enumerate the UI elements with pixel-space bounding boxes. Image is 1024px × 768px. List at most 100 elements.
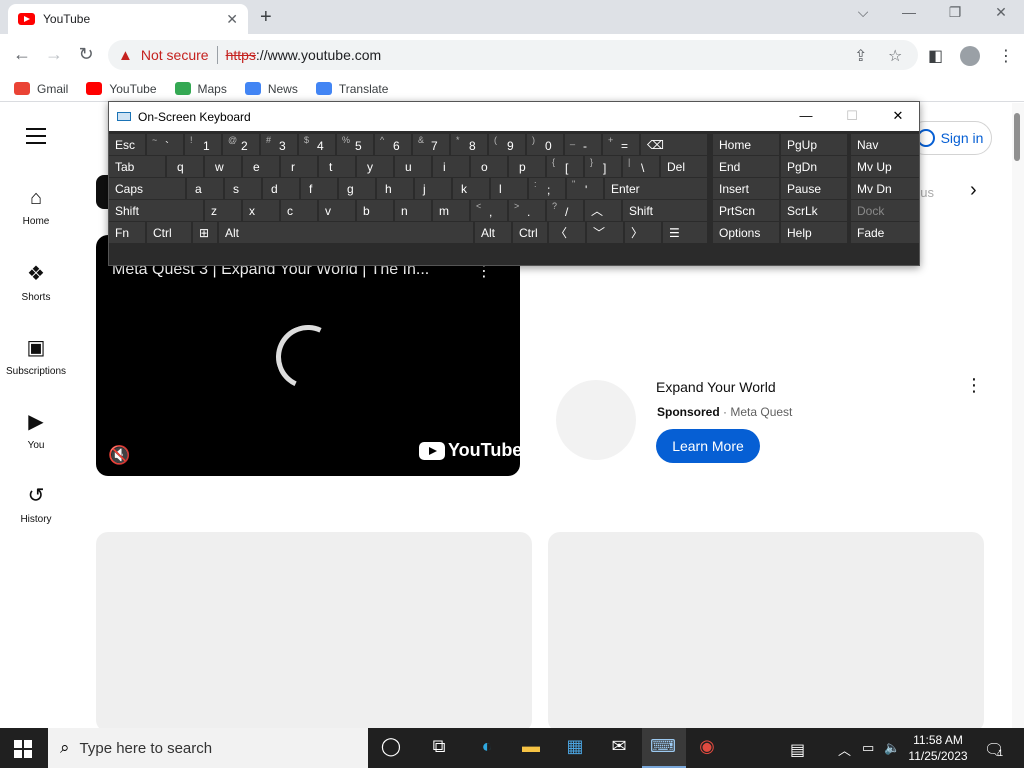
- key-alt-right[interactable]: Alt: [475, 222, 511, 243]
- key-x[interactable]: x: [243, 200, 279, 221]
- key-4[interactable]: $4: [299, 134, 335, 155]
- store-icon[interactable]: ▦: [560, 736, 590, 757]
- key-l[interactable]: l: [491, 178, 527, 199]
- key-b[interactable]: b: [357, 200, 393, 221]
- key-caps[interactable]: Caps: [109, 178, 185, 199]
- profile-avatar-icon[interactable]: [960, 46, 980, 66]
- key-mvdn[interactable]: Mv Dn: [851, 178, 919, 199]
- key-shift-left[interactable]: Shift: [109, 200, 203, 221]
- security-label[interactable]: Not secure: [141, 47, 209, 63]
- key-c[interactable]: c: [281, 200, 317, 221]
- key-left[interactable]: 〈: [549, 222, 585, 243]
- mute-icon[interactable]: 🔇: [108, 445, 130, 466]
- key-insert[interactable]: Insert: [713, 178, 779, 199]
- key-del[interactable]: Del: [661, 156, 707, 177]
- network-icon[interactable]: ▭: [862, 740, 874, 756]
- key-k[interactable]: k: [453, 178, 489, 199]
- key-home[interactable]: Home: [713, 134, 779, 155]
- hamburger-menu-icon[interactable]: [26, 128, 46, 149]
- bookmark-youtube[interactable]: YouTube: [86, 82, 157, 96]
- key-s[interactable]: s: [225, 178, 261, 199]
- key-u[interactable]: u: [395, 156, 431, 177]
- back-arrow-icon[interactable]: ←: [10, 44, 34, 65]
- key-q[interactable]: q: [167, 156, 203, 177]
- bookmark-translate[interactable]: Translate: [315, 82, 388, 96]
- osk-close-button[interactable]: ✕: [883, 108, 913, 124]
- key-p[interactable]: p: [509, 156, 545, 177]
- bookmark-star-icon[interactable]: ☆: [888, 46, 902, 66]
- windows-key-icon[interactable]: ⊞: [193, 222, 217, 243]
- key-scrlk[interactable]: ScrLk: [781, 200, 847, 221]
- key-options[interactable]: Options: [713, 222, 779, 243]
- share-icon[interactable]: ⇪: [854, 46, 867, 66]
- key-m[interactable]: m: [433, 200, 469, 221]
- key-prtscn[interactable]: PrtScn: [713, 200, 779, 221]
- key-up[interactable]: ︿: [585, 200, 621, 221]
- key-sym[interactable]: }]: [585, 156, 621, 177]
- key-e[interactable]: e: [243, 156, 279, 177]
- key-shift-right[interactable]: Shift: [623, 200, 707, 221]
- key-nav[interactable]: Nav: [851, 134, 919, 155]
- video-player[interactable]: Meta Quest 3 | Expand Your World | The I…: [96, 235, 520, 476]
- key-5[interactable]: % 5: [337, 134, 373, 155]
- guide-item-history[interactable]: ↺ History: [0, 483, 72, 525]
- key-mvup[interactable]: Mv Up: [851, 156, 919, 177]
- key-n[interactable]: n: [395, 200, 431, 221]
- key-t[interactable]: t: [319, 156, 355, 177]
- file-explorer-icon[interactable]: ▬: [516, 736, 546, 757]
- chrome-icon[interactable]: ◉: [692, 736, 722, 757]
- key-fade[interactable]: Fade: [851, 222, 919, 243]
- key-ctrl-right[interactable]: Ctrl: [513, 222, 547, 243]
- key-tab[interactable]: Tab: [109, 156, 165, 177]
- key-j[interactable]: j: [415, 178, 451, 199]
- tab-close-icon[interactable]: ✕: [226, 11, 238, 28]
- key-fn[interactable]: Fn: [109, 222, 145, 243]
- key-sym[interactable]: " ': [567, 178, 603, 199]
- key-help[interactable]: Help: [781, 222, 847, 243]
- key-f[interactable]: f: [301, 178, 337, 199]
- guide-item-shorts[interactable]: ❖ Shorts: [0, 261, 72, 303]
- chevron-right-icon[interactable]: ›: [970, 179, 977, 202]
- key-ctrl-left[interactable]: Ctrl: [147, 222, 191, 243]
- osk-titlebar[interactable]: On-Screen Keyboard — ☐ ✕: [109, 102, 919, 131]
- key-h[interactable]: h: [377, 178, 413, 199]
- window-restore-button[interactable]: ❐: [940, 4, 970, 21]
- key-3[interactable]: #3: [261, 134, 297, 155]
- clock[interactable]: 11:58 AM 11/25/2023: [906, 732, 970, 764]
- new-tab-button[interactable]: +: [260, 6, 272, 29]
- scrollbar-thumb[interactable]: [1014, 113, 1020, 161]
- bookmark-gmail[interactable]: Gmail: [14, 82, 68, 96]
- key-8[interactable]: * 8: [451, 134, 487, 155]
- volume-muted-icon[interactable]: 🔈: [884, 740, 900, 756]
- guide-item-subscriptions[interactable]: ▣ Subscriptions: [0, 335, 72, 377]
- key-sym[interactable]: | \: [623, 156, 659, 177]
- key-2[interactable]: @2: [223, 134, 259, 155]
- key-i[interactable]: i: [433, 156, 469, 177]
- ad-more-icon[interactable]: ⋮: [965, 375, 983, 396]
- browser-menu-icon[interactable]: ⋮: [998, 46, 1014, 66]
- cortana-icon[interactable]: ◯: [376, 736, 406, 757]
- tab-search-chevron-icon[interactable]: ⌵: [848, 4, 878, 21]
- key-sym[interactable]: ? /: [547, 200, 583, 221]
- key-alt-left[interactable]: Alt: [219, 222, 473, 243]
- key-9[interactable]: (9: [489, 134, 525, 155]
- advertiser-avatar[interactable]: [556, 380, 636, 460]
- address-bar[interactable]: ▲ Not secure https ://www.youtube.com ⇪ …: [108, 40, 918, 70]
- key-pgdn[interactable]: PgDn: [781, 156, 847, 177]
- key-6[interactable]: ^ 6: [375, 134, 411, 155]
- osk-minimize-button[interactable]: —: [791, 108, 821, 123]
- key-=[interactable]: + =: [603, 134, 639, 155]
- key-end[interactable]: End: [713, 156, 779, 177]
- taskbar-search[interactable]: ⌕ Type here to search: [48, 728, 368, 768]
- sign-in-button[interactable]: Sign in: [908, 121, 992, 155]
- window-close-button[interactable]: ✕: [986, 4, 1016, 21]
- key-down[interactable]: ﹀: [587, 222, 623, 243]
- guide-item-you[interactable]: ▶ You: [0, 409, 72, 451]
- warning-triangle-icon[interactable]: ▲: [118, 47, 133, 64]
- keyboard-app-icon[interactable]: ⌨: [648, 736, 678, 757]
- key-sym[interactable]: :;: [529, 178, 565, 199]
- key-pause[interactable]: Pause: [781, 178, 847, 199]
- side-panel-icon[interactable]: ◧: [928, 46, 943, 66]
- tab-youtube[interactable]: YouTube ✕: [8, 4, 248, 34]
- key-right[interactable]: 〉: [625, 222, 661, 243]
